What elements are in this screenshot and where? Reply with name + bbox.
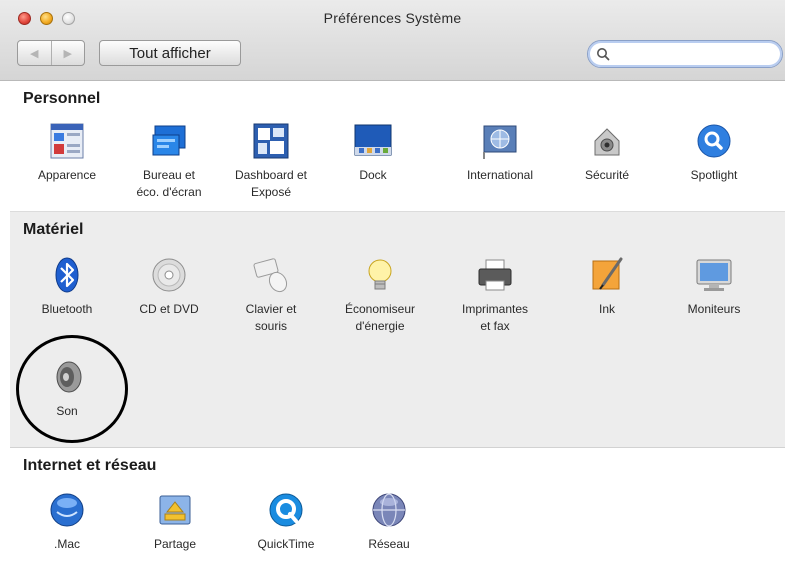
pref-label: Ink bbox=[598, 302, 615, 316]
quicktime-icon bbox=[269, 493, 303, 527]
search-input[interactable] bbox=[614, 45, 768, 63]
energy-saver-icon bbox=[368, 259, 392, 290]
pref-spotlight[interactable]: Spotlight bbox=[664, 121, 764, 184]
back-forward-control: ◀ ▶ bbox=[17, 40, 85, 66]
section-title-hardware: Matériel bbox=[23, 221, 84, 238]
pref-dashboard-expose[interactable]: Dashboard et Exposé bbox=[221, 121, 321, 201]
pref-sound[interactable]: Son bbox=[17, 357, 117, 420]
pref-quicktime[interactable]: QuickTime bbox=[236, 490, 336, 553]
pref-network[interactable]: Réseau bbox=[339, 490, 439, 553]
pref-label: Dock bbox=[359, 168, 387, 182]
pref-label: .Mac bbox=[53, 537, 80, 551]
pref-label: Partage bbox=[153, 537, 197, 551]
forward-button[interactable]: ▶ bbox=[50, 41, 85, 65]
pref-label: Clavier et souris bbox=[245, 302, 297, 333]
back-arrow-icon: ◀ bbox=[30, 47, 39, 60]
pref-displays[interactable]: Moniteurs bbox=[664, 255, 764, 318]
printer-fax-icon bbox=[478, 259, 512, 291]
pref-international[interactable]: International bbox=[450, 121, 550, 184]
security-icon bbox=[594, 128, 620, 156]
pref-label: Moniteurs bbox=[687, 302, 741, 316]
appearance-icon bbox=[50, 123, 84, 159]
dotmac-icon bbox=[50, 493, 84, 527]
dock-icon bbox=[354, 124, 392, 156]
pref-label: Spotlight bbox=[690, 168, 738, 182]
search-icon bbox=[597, 48, 610, 61]
section-internet-network: Internet et réseau .Mac Partage QuickTim… bbox=[10, 448, 785, 578]
pref-label: Économiseur d'énergie bbox=[344, 302, 416, 333]
section-hardware: Matériel Bluetooth CD et DVD Clavier et … bbox=[10, 212, 785, 448]
forward-arrow-icon: ▶ bbox=[63, 47, 72, 60]
ink-icon bbox=[592, 257, 623, 290]
sharing-icon bbox=[159, 495, 191, 525]
section-title-internet: Internet et réseau bbox=[23, 457, 157, 474]
international-icon bbox=[483, 125, 517, 159]
cd-dvd-icon bbox=[152, 258, 186, 292]
title-bar: Préférences Système ◀ ▶ Tout afficher bbox=[0, 0, 785, 81]
section-title-personal: Personnel bbox=[23, 90, 101, 107]
pref-desktop-screensaver[interactable]: Bureau et éco. d'écran bbox=[119, 121, 219, 201]
spotlight-icon bbox=[697, 124, 731, 158]
dashboard-expose-icon bbox=[253, 123, 289, 159]
pref-dock[interactable]: Dock bbox=[323, 121, 423, 184]
pref-label: Réseau bbox=[368, 537, 410, 551]
pref-bluetooth[interactable]: Bluetooth bbox=[17, 255, 117, 318]
pref-keyboard-mouse[interactable]: Clavier et souris bbox=[221, 255, 321, 335]
pref-security[interactable]: Sécurité bbox=[557, 121, 657, 184]
pref-label: Imprimantes et fax bbox=[461, 302, 529, 333]
pref-label: Bureau et éco. d'écran bbox=[136, 168, 202, 199]
sound-icon bbox=[56, 361, 82, 393]
network-icon bbox=[372, 493, 406, 527]
pref-label: International bbox=[466, 168, 534, 182]
pref-printer-fax[interactable]: Imprimantes et fax bbox=[445, 255, 545, 335]
pref-label: QuickTime bbox=[257, 537, 315, 551]
displays-icon bbox=[696, 259, 732, 291]
pref-label: CD et DVD bbox=[139, 302, 199, 316]
show-all-button[interactable]: Tout afficher bbox=[99, 40, 241, 66]
window-title: Préférences Système bbox=[323, 10, 462, 26]
pref-label: Sécurité bbox=[584, 168, 630, 182]
bluetooth-icon bbox=[55, 257, 79, 293]
pref-label: Bluetooth bbox=[41, 302, 93, 316]
pref-ink[interactable]: Ink bbox=[557, 255, 657, 318]
pref-cd-dvd[interactable]: CD et DVD bbox=[119, 255, 219, 318]
desktop-screensaver-icon bbox=[152, 125, 186, 156]
pref-label: Son bbox=[56, 404, 78, 418]
pref-label: Dashboard et Exposé bbox=[234, 168, 308, 199]
pref-energy-saver[interactable]: Économiseur d'énergie bbox=[330, 255, 430, 335]
back-button[interactable]: ◀ bbox=[18, 41, 51, 65]
pref-appearance[interactable]: Apparence bbox=[17, 121, 117, 184]
search-field[interactable] bbox=[587, 40, 783, 68]
pref-sharing[interactable]: Partage bbox=[125, 490, 225, 553]
keyboard-mouse-icon bbox=[253, 258, 288, 293]
section-personal: Personnel Apparence Bureau et éco. d'écr… bbox=[10, 81, 785, 212]
pref-label: Apparence bbox=[37, 168, 97, 182]
system-preferences-window: Préférences Système ◀ ▶ Tout afficher Pe… bbox=[0, 0, 785, 581]
pref-dotmac[interactable]: .Mac bbox=[17, 490, 117, 553]
